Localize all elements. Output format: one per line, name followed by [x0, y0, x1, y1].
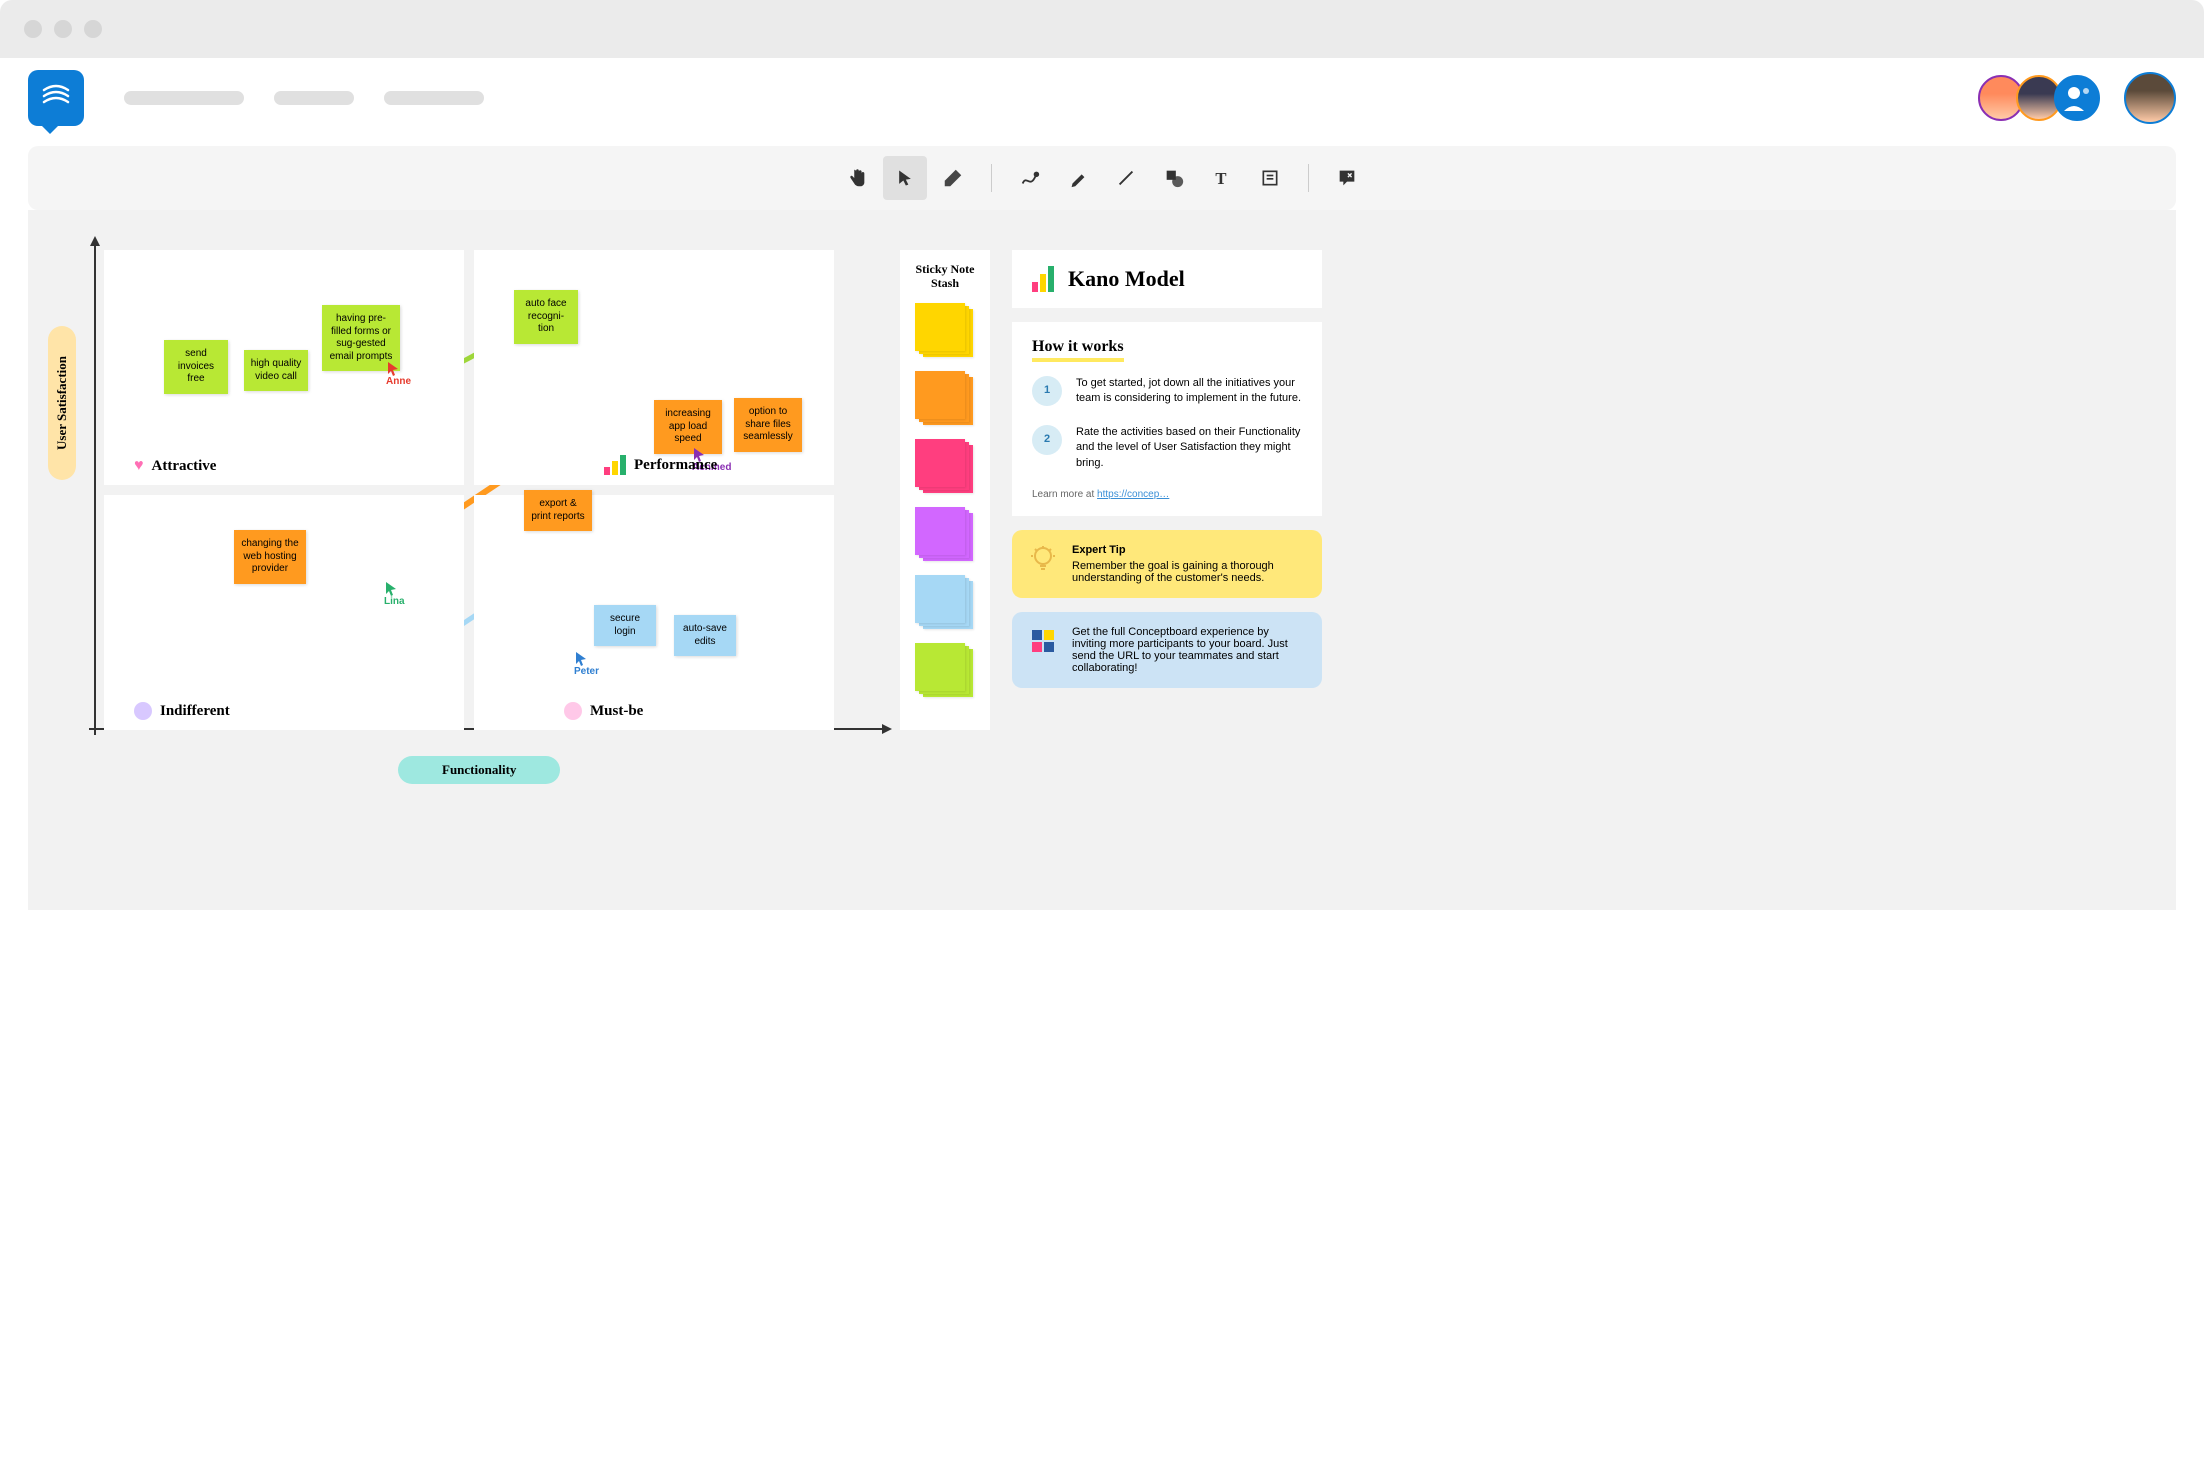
panel-title: Kano Model: [1068, 266, 1185, 292]
browser-chrome: [0, 0, 2204, 58]
stash-title: Sticky Note Stash: [908, 262, 982, 291]
sad-face-icon: [564, 702, 582, 720]
stash-stack-yellow[interactable]: [915, 303, 975, 359]
quadrant-label: Must-be: [564, 702, 643, 720]
stash-stack-purple[interactable]: [915, 507, 975, 563]
crumb-placeholder: [384, 91, 484, 105]
line-tool[interactable]: [1104, 156, 1148, 200]
quadrant-label: ♥ Attractive: [134, 457, 216, 475]
marker-tool[interactable]: [1056, 156, 1100, 200]
sticky-note[interactable]: auto-save edits: [674, 615, 736, 656]
traffic-light: [24, 20, 42, 38]
step-1: 1 To get started, jot down all the initi…: [1032, 376, 1302, 407]
remote-cursor: Peter: [574, 650, 599, 677]
eraser-tool[interactable]: [931, 156, 975, 200]
quadrant-attractive[interactable]: send invoices free high quality video ca…: [104, 250, 464, 485]
sticky-note[interactable]: export & print reports: [524, 490, 592, 531]
quadrant-performance[interactable]: auto face recogni-tion increasing app lo…: [474, 250, 834, 485]
info-panel: Kano Model How it works 1 To get started…: [1012, 250, 1322, 730]
invite-icon: [1028, 626, 1058, 656]
neutral-face-icon: [134, 702, 152, 720]
comment-tool[interactable]: [1325, 156, 1369, 200]
step-number: 1: [1032, 376, 1062, 406]
text-tool[interactable]: T: [1200, 156, 1244, 200]
bars-icon: [1032, 266, 1054, 292]
presence-avatars: [1986, 72, 2176, 124]
learn-more: Learn more at https://concep…: [1032, 489, 1302, 500]
tip-body: Remember the goal is gaining a thorough …: [1072, 560, 1274, 584]
sticky-note[interactable]: option to share files seamlessly: [734, 398, 802, 452]
sticky-note[interactable]: auto face recogni-tion: [514, 290, 578, 344]
sticky-note[interactable]: high quality video call: [244, 350, 308, 391]
stash-stack-orange[interactable]: [915, 371, 975, 427]
how-card: How it works 1 To get started, jot down …: [1012, 322, 1322, 516]
avatar-self[interactable]: [2124, 72, 2176, 124]
traffic-light: [54, 20, 72, 38]
bars-icon: [604, 455, 626, 475]
quadrant-label: Indifferent: [134, 702, 230, 720]
x-axis-label: Functionality: [398, 756, 560, 784]
how-subtitle: How it works: [1032, 338, 1124, 362]
lightbulb-icon: [1028, 544, 1058, 574]
canvas[interactable]: User Satisfaction send invoices f: [28, 210, 2176, 910]
crumb-placeholder: [274, 91, 354, 105]
invite-body: Get the full Conceptboard experience by …: [1072, 626, 1306, 674]
crumb-placeholder: [124, 91, 244, 105]
heart-icon: ♥: [134, 457, 144, 475]
toolbar: T: [28, 146, 2176, 210]
remote-cursor: Anne: [386, 360, 411, 387]
pen-tool[interactable]: [1008, 156, 1052, 200]
traffic-light: [84, 20, 102, 38]
invite-card: Get the full Conceptboard experience by …: [1012, 612, 1322, 688]
shape-tool[interactable]: [1152, 156, 1196, 200]
quadrant-indifferent[interactable]: changing the web hosting provider Lina I…: [104, 495, 464, 730]
stash-stack-pink[interactable]: [915, 439, 975, 495]
y-axis-label: User Satisfaction: [48, 326, 76, 480]
sticky-note[interactable]: changing the web hosting provider: [234, 530, 306, 584]
kano-chart: User Satisfaction send invoices f: [58, 250, 878, 730]
tip-title: Expert Tip: [1072, 544, 1306, 556]
step-2: 2 Rate the activities based on their Fun…: [1032, 425, 1302, 471]
svg-text:T: T: [1215, 169, 1226, 188]
sticky-stash: Sticky Note Stash: [900, 250, 990, 730]
add-participant-button[interactable]: [2054, 75, 2100, 121]
quadrant-mustbe[interactable]: export & print reports secure login auto…: [474, 495, 834, 730]
learn-link[interactable]: https://concep…: [1097, 489, 1169, 500]
topbar: [0, 58, 2204, 146]
stash-stack-blue[interactable]: [915, 575, 975, 631]
sticky-note[interactable]: secure login: [594, 605, 656, 646]
app-logo[interactable]: [28, 70, 84, 126]
sticky-note[interactable]: send invoices free: [164, 340, 228, 394]
step-number: 2: [1032, 425, 1062, 455]
pointer-tool[interactable]: [883, 156, 927, 200]
stash-stack-green[interactable]: [915, 643, 975, 699]
title-card: Kano Model: [1012, 250, 1322, 308]
breadcrumb: [124, 91, 484, 105]
remote-cursor: Lina: [384, 580, 405, 607]
hand-tool[interactable]: [835, 156, 879, 200]
note-tool[interactable]: [1248, 156, 1292, 200]
expert-tip: Expert Tip Remember the goal is gaining …: [1012, 530, 1322, 598]
quadrant-label: Performance: [604, 455, 717, 475]
